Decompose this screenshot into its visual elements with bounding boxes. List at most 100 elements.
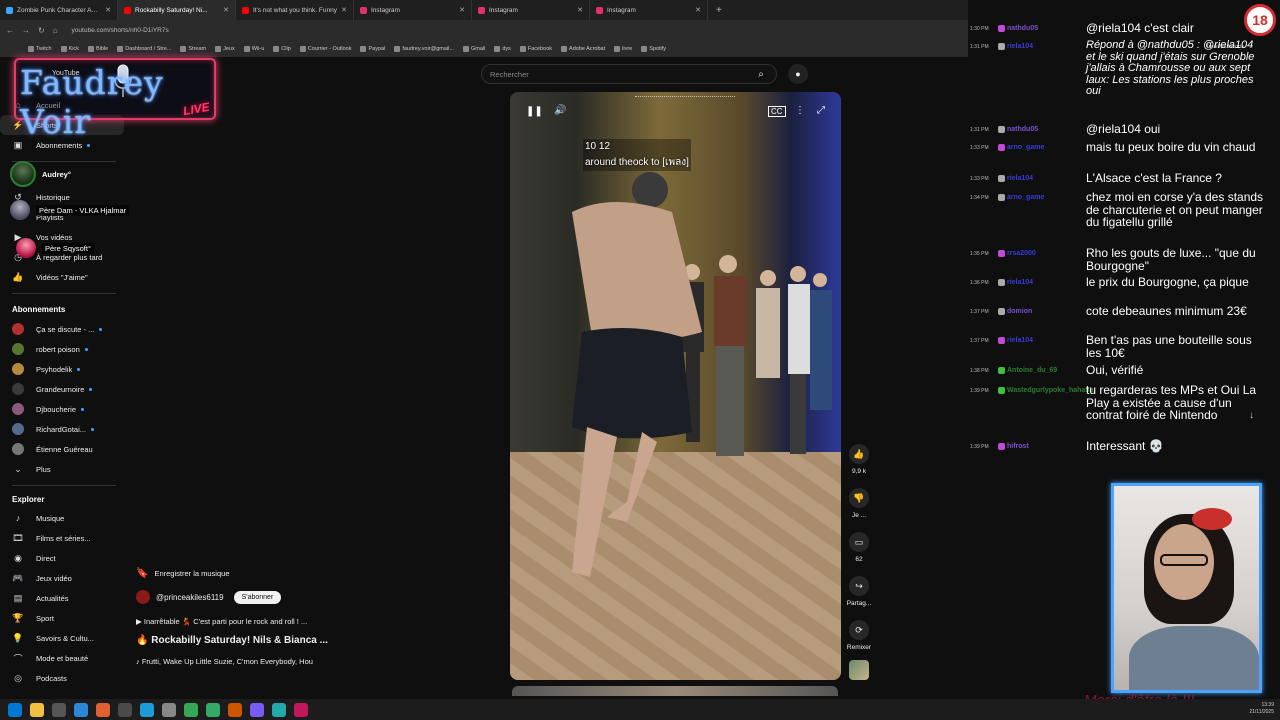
chat-username[interactable]: nathdu05: [998, 25, 1038, 32]
bookmark-item[interactable]: Twitch: [28, 46, 52, 52]
bookmark-item[interactable]: Kick: [60, 46, 79, 52]
bookmark-item[interactable]: Wii-u: [243, 46, 264, 52]
sidebar-item[interactable]: ⌄ Plus: [0, 459, 124, 479]
browser-tab[interactable]: Zombie Punk Character Analysis ✕: [0, 0, 118, 20]
sidebar-item[interactable]: Ça se discute - ...: [0, 319, 124, 339]
captions-icon[interactable]: CC: [768, 106, 786, 117]
bookmark-item[interactable]: livre: [614, 46, 632, 52]
chat-username[interactable]: riela104: [998, 43, 1033, 50]
sidebar-item[interactable]: ⌒ Mode et beauté: [0, 648, 124, 668]
sidebar-item[interactable]: 👍 Vidéos "J'aime": [0, 267, 124, 287]
sidebar-item[interactable]: 🎮 Jeux vidéo: [0, 568, 124, 588]
sidebar-item[interactable]: Psyhodelik: [0, 359, 124, 379]
action-like[interactable]: 👍 9,9 k: [843, 444, 875, 475]
taskbar-app-icon[interactable]: [30, 702, 44, 717]
voice-search-icon[interactable]: ●: [788, 64, 808, 84]
sound-thumbnail[interactable]: [843, 660, 875, 680]
browser-tab[interactable]: It's not what you think. Funny ✕: [236, 0, 354, 20]
search-icon[interactable]: ⌕: [746, 65, 776, 83]
search-input[interactable]: Rechercher ⌕: [481, 64, 777, 84]
sidebar-item[interactable]: ▤ Actualités: [0, 588, 124, 608]
bookmark-item[interactable]: Bible: [87, 46, 108, 52]
browser-tab[interactable]: Instagram ✕: [354, 0, 472, 20]
save-music-button[interactable]: 🔖 Enregistrer la musique: [136, 564, 230, 582]
taskbar-app-icon[interactable]: [294, 702, 308, 717]
scroll-down-icon[interactable]: ↓: [1249, 410, 1254, 421]
sidebar-item[interactable]: ◎ Podcasts: [0, 668, 124, 688]
description-line-1[interactable]: ▶ Inarrêtable 💃 C'est parti pour le rock…: [136, 617, 307, 626]
chat-username[interactable]: arno_game: [998, 144, 1044, 151]
sidebar-item[interactable]: 🎞 Films et séries...: [0, 528, 124, 548]
bookmark-item[interactable]: dys: [494, 46, 511, 52]
taskbar-app-icon[interactable]: [206, 702, 220, 717]
taskbar-app-icon[interactable]: [250, 702, 264, 717]
description-line-3[interactable]: ♪ Frutti, Wake Up Little Suzie, C'mon Ev…: [136, 657, 313, 666]
like-icon[interactable]: 👍: [849, 444, 869, 464]
chat-username[interactable]: riela104: [998, 337, 1033, 344]
chat-username[interactable]: arno_game: [998, 194, 1044, 201]
remix-icon[interactable]: ⟳: [849, 620, 869, 640]
bookmark-item[interactable]: Courrier - Outlook: [299, 46, 351, 52]
sidebar-item[interactable]: 💡 Savoirs & Cultu...: [0, 628, 124, 648]
bookmark-item[interactable]: Paypal: [360, 46, 385, 52]
channel-avatar[interactable]: [136, 590, 150, 604]
description-line-2[interactable]: 🔥 Rockabilly Saturday! Nils & Bianca ...: [136, 635, 328, 646]
bookmark-item[interactable]: Jeux: [215, 46, 235, 52]
sidebar-item[interactable]: ◉ Direct: [0, 548, 124, 568]
forward-icon[interactable]: →: [22, 26, 30, 35]
subscribe-button[interactable]: S'abonner: [233, 590, 282, 604]
taskbar-app-icon[interactable]: [272, 702, 286, 717]
sidebar-item[interactable]: ♪ Musique: [0, 508, 124, 528]
taskbar-app-icon[interactable]: [162, 702, 176, 717]
close-tab-icon[interactable]: ✕: [105, 6, 111, 14]
subscriptions-heading[interactable]: Abonnements: [12, 305, 65, 314]
bookmark-item[interactable]: Adobe Acrobat: [561, 46, 605, 52]
sidebar-item[interactable]: 🏆 Sport: [0, 608, 124, 628]
system-tray-clock[interactable]: 13:39 21/11/2025: [1249, 702, 1274, 716]
pause-icon[interactable]: ❚❚: [526, 106, 543, 117]
browser-tab[interactable]: Rockabilly Saturday! Ni... ✕: [118, 0, 236, 20]
taskbar-app-icon[interactable]: [118, 702, 132, 717]
taskbar-app-icon[interactable]: [96, 702, 110, 717]
chat-username[interactable]: riela104: [998, 279, 1033, 286]
chat-username[interactable]: Antoine_du_69: [998, 367, 1057, 374]
short-video-player[interactable]: ❚❚ 🔊 CC ⋮ ⤢ 10 12 around theock to [เพลง…: [510, 92, 841, 680]
taskbar-app-icon[interactable]: [52, 702, 66, 717]
bookmark-item[interactable]: Spotify: [641, 46, 666, 52]
sidebar-item[interactable]: Grandeurnoire: [0, 379, 124, 399]
back-icon[interactable]: ←: [6, 26, 14, 35]
next-short-preview[interactable]: [512, 686, 838, 696]
dislike-icon[interactable]: 👎: [849, 488, 869, 508]
chat-username[interactable]: nathdu05: [998, 126, 1038, 133]
close-tab-icon[interactable]: ✕: [223, 6, 229, 14]
chat-username[interactable]: riela104: [998, 175, 1033, 182]
chat-username[interactable]: hifrost: [998, 443, 1029, 450]
volume-icon[interactable]: 🔊: [554, 105, 566, 116]
sidebar-item[interactable]: Djboucherie: [0, 399, 124, 419]
bookmark-item[interactable]: Stream: [180, 46, 206, 52]
close-tab-icon[interactable]: ✕: [695, 6, 701, 14]
bookmark-item[interactable]: Clip: [273, 46, 291, 52]
sidebar-item[interactable]: Étienne Guéreau: [0, 439, 124, 459]
taskbar-app-icon[interactable]: [228, 702, 242, 717]
home-icon[interactable]: ⌂: [53, 26, 58, 35]
browser-tab[interactable]: Instagram ✕: [472, 0, 590, 20]
youtube-label[interactable]: YouTube: [52, 70, 80, 77]
bookmark-item[interactable]: faudrey.voir@gmail...: [394, 46, 454, 52]
bookmark-item[interactable]: Gmail: [462, 46, 485, 52]
action-share[interactable]: ↪ Partag...: [843, 576, 875, 607]
more-options-icon[interactable]: ⋮: [795, 105, 805, 116]
close-tab-icon[interactable]: ✕: [341, 6, 347, 14]
taskbar-app-icon[interactable]: [184, 702, 198, 717]
taskbar-app-icon[interactable]: [74, 702, 88, 717]
close-tab-icon[interactable]: ✕: [459, 6, 465, 14]
sidebar-item[interactable]: RichardGotai...: [0, 419, 124, 439]
comment-icon[interactable]: ▭: [849, 532, 869, 552]
close-tab-icon[interactable]: ✕: [577, 6, 583, 14]
chat-username[interactable]: domion: [998, 308, 1032, 315]
action-dislike[interactable]: 👎 Je ...: [843, 488, 875, 519]
taskbar-app-icon[interactable]: [140, 702, 154, 717]
chat-username[interactable]: rrsa2000: [998, 250, 1036, 257]
reload-icon[interactable]: ↻: [38, 26, 45, 35]
bookmark-item[interactable]: Dashboard / Stre...: [117, 46, 171, 52]
